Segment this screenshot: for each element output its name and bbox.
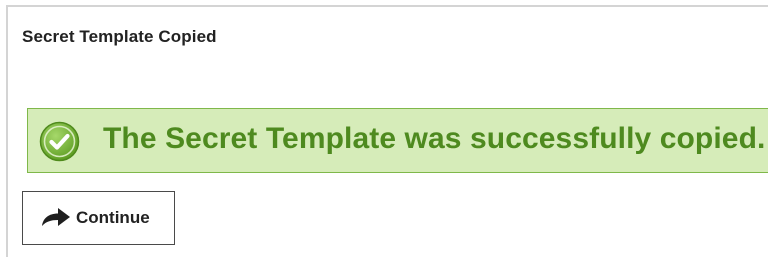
page: Secret Template Copied The Secret Templa… [0, 0, 768, 257]
success-alert: The Secret Template was successfully cop… [27, 108, 768, 173]
share-arrow-icon [42, 208, 70, 226]
continue-button[interactable]: Continue [22, 191, 175, 245]
continue-button-label: Continue [76, 208, 150, 227]
page-title: Secret Template Copied [22, 27, 217, 46]
success-message: The Secret Template was successfully cop… [103, 122, 766, 155]
check-circle-icon [39, 121, 80, 162]
